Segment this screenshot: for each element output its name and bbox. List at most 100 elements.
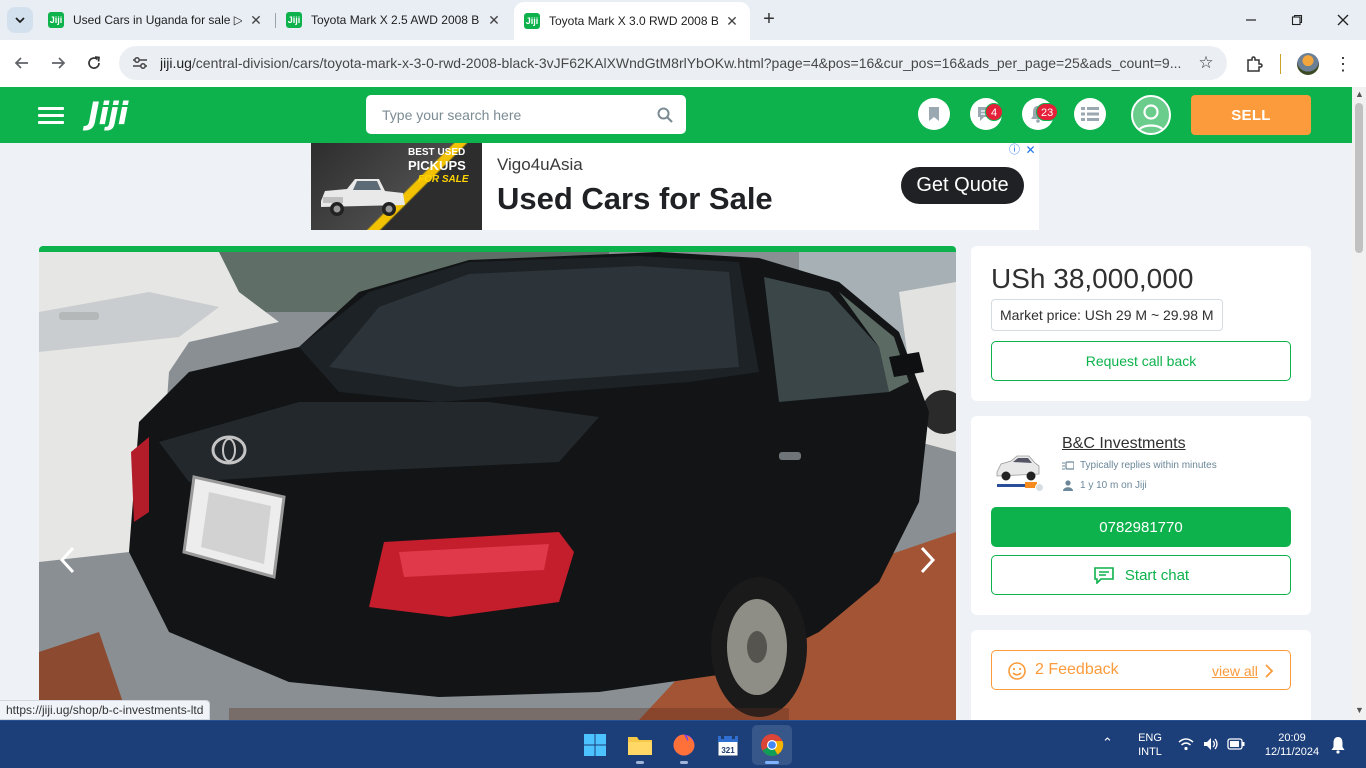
new-tab-button[interactable]: +: [758, 8, 780, 30]
arrow-right-icon: [52, 57, 66, 69]
restore-button[interactable]: [1274, 0, 1320, 40]
view-all-feedback-link[interactable]: view all: [1212, 663, 1258, 679]
url-domain: jiji.ug: [160, 55, 192, 71]
clock[interactable]: 20:09 12/11/2024: [1255, 731, 1329, 759]
volume-control[interactable]: [1203, 737, 1219, 755]
status-bar-link: https://jiji.ug/shop/b-c-investments-ltd: [0, 700, 211, 720]
extensions-puzzle-icon[interactable]: [1242, 52, 1266, 76]
tab-mark-x-30[interactable]: Jiji Toyota Mark X 3.0 RWD 2008 B ✕: [514, 2, 750, 40]
tab-search-button[interactable]: [7, 7, 33, 33]
browser-toolbar: jiji.ug/central-division/cars/toyota-mar…: [0, 40, 1366, 87]
toolbar-divider: [1280, 54, 1281, 74]
back-button[interactable]: [9, 50, 35, 76]
jiji-icon: Jiji: [48, 12, 64, 28]
clock-time: 20:09: [1278, 732, 1306, 744]
menu-kebab-icon[interactable]: ⋮: [1333, 52, 1353, 76]
network-status[interactable]: [1178, 737, 1194, 755]
feedback-panel: 2 Feedback view all: [971, 630, 1311, 720]
chrome-button[interactable]: [752, 725, 792, 765]
request-call-back-button[interactable]: Request call back: [991, 341, 1291, 381]
start-button[interactable]: [575, 725, 615, 765]
search-icon[interactable]: [656, 106, 674, 124]
language-indicator[interactable]: ENG INTL: [1135, 731, 1165, 759]
bookmark-star-icon[interactable]: ☆: [1191, 48, 1221, 78]
minimize-button[interactable]: [1228, 0, 1274, 40]
scrollbar-thumb[interactable]: [1355, 103, 1363, 253]
start-chat-button[interactable]: Start chat: [991, 555, 1291, 595]
tab-title: Toyota Mark X 2.5 AWD 2008 B: [311, 13, 480, 27]
profile-avatar[interactable]: [1297, 53, 1319, 75]
page-scrollbar[interactable]: ▲ ▼: [1352, 87, 1366, 720]
search-input[interactable]: [366, 95, 646, 134]
next-photo-button[interactable]: [916, 542, 940, 578]
time-on-jiji-text: 1 y 10 m on Jiji: [1080, 480, 1147, 491]
battery-status[interactable]: [1227, 738, 1245, 754]
ad-image-text: PICKUPS: [408, 158, 466, 173]
jiji-icon: Jiji: [286, 12, 302, 28]
show-contact-button[interactable]: 0782981770: [991, 507, 1291, 547]
chat-icon: [1094, 567, 1114, 584]
start-chat-label: Start chat: [1124, 566, 1190, 584]
bell-icon: [1331, 737, 1345, 754]
jiji-logo[interactable]: Jiji: [88, 96, 128, 132]
close-tab-icon[interactable]: ✕: [724, 13, 740, 30]
ad-title: Used Cars for Sale: [497, 181, 773, 216]
tab-title: Toyota Mark X 3.0 RWD 2008 B: [549, 14, 718, 28]
address-bar[interactable]: jiji.ug/central-division/cars/toyota-mar…: [119, 46, 1227, 80]
search-box: [366, 95, 686, 134]
online-status-dot: [1035, 483, 1044, 492]
ad-banner[interactable]: BEST USED PICKUPS FOR SALE Vigo4uAsia Us…: [311, 143, 1039, 230]
user-avatar[interactable]: [1131, 95, 1171, 135]
speaker-icon: [1204, 738, 1218, 750]
close-window-button[interactable]: [1320, 0, 1366, 40]
sell-button[interactable]: SELL: [1191, 95, 1311, 135]
ad-get-quote-button[interactable]: Get Quote: [901, 167, 1024, 204]
tab-used-cars[interactable]: Jiji Used Cars in Uganda for sale ▷ ✕: [38, 0, 274, 40]
chevron-right-icon: [920, 546, 936, 574]
saved-bookmark-button[interactable]: [918, 98, 950, 130]
keyboard-layout: INTL: [1138, 746, 1162, 758]
hamburger-menu-icon[interactable]: [38, 107, 64, 125]
running-indicator: [680, 761, 688, 764]
notification-center-button[interactable]: [1330, 736, 1346, 758]
reload-button[interactable]: [81, 50, 107, 76]
scroll-up-arrow-icon[interactable]: ▲: [1355, 89, 1364, 99]
close-tab-icon[interactable]: ✕: [248, 12, 264, 29]
previous-photo-button[interactable]: [55, 542, 79, 578]
seller-name-link[interactable]: B&C Investments: [1062, 435, 1186, 453]
svg-text:321: 321: [721, 746, 735, 755]
ad-close-icon[interactable]: ✕: [1023, 143, 1038, 157]
clock-date: 12/11/2024: [1264, 746, 1320, 758]
restore-icon: [1291, 14, 1303, 26]
listing-photo-gallery[interactable]: [39, 246, 956, 720]
calendar-icon: 321: [717, 732, 739, 757]
firefox-button[interactable]: [664, 725, 704, 765]
file-explorer-button[interactable]: [620, 725, 660, 765]
ad-image[interactable]: BEST USED PICKUPS FOR SALE: [311, 143, 482, 230]
close-icon: [1337, 14, 1349, 26]
ad-image-text: BEST USED: [408, 147, 466, 158]
site-header: Jiji 4 23 SELL: [0, 87, 1352, 143]
url-text[interactable]: jiji.ug/central-division/cars/toyota-mar…: [160, 55, 1191, 71]
calendar-app-button[interactable]: 321: [708, 725, 748, 765]
list-icon: [1081, 107, 1099, 121]
feedback-box[interactable]: 2 Feedback view all: [991, 650, 1291, 690]
windows-taskbar: 321 ⌃ ENG INTL 20:09 12/11/2024: [0, 720, 1366, 768]
url-path: /central-division/cars/toyota-mark-x-3-0…: [191, 55, 1182, 71]
chrome-icon: [761, 734, 784, 756]
forward-button[interactable]: [45, 50, 71, 76]
folder-icon: [628, 737, 652, 755]
arrow-left-icon: [14, 57, 28, 69]
close-tab-icon[interactable]: ✕: [486, 12, 502, 29]
language-code: ENG: [1138, 732, 1162, 744]
tab-mark-x-25[interactable]: Jiji Toyota Mark X 2.5 AWD 2008 B ✕: [276, 0, 512, 40]
scroll-down-arrow-icon[interactable]: ▼: [1355, 705, 1364, 715]
chevron-left-icon: [59, 546, 75, 574]
tray-overflow-chevron-icon[interactable]: ⌃: [1102, 736, 1113, 750]
my-adverts-button[interactable]: [1074, 98, 1106, 130]
price-panel: USh 38,000,000 Market price: USh 29 M ~ …: [971, 246, 1311, 401]
user-icon: [1136, 104, 1166, 133]
car-photo: [39, 252, 956, 720]
site-info-icon[interactable]: [125, 51, 155, 75]
ad-info-icon[interactable]: ⓘ: [1007, 143, 1022, 157]
